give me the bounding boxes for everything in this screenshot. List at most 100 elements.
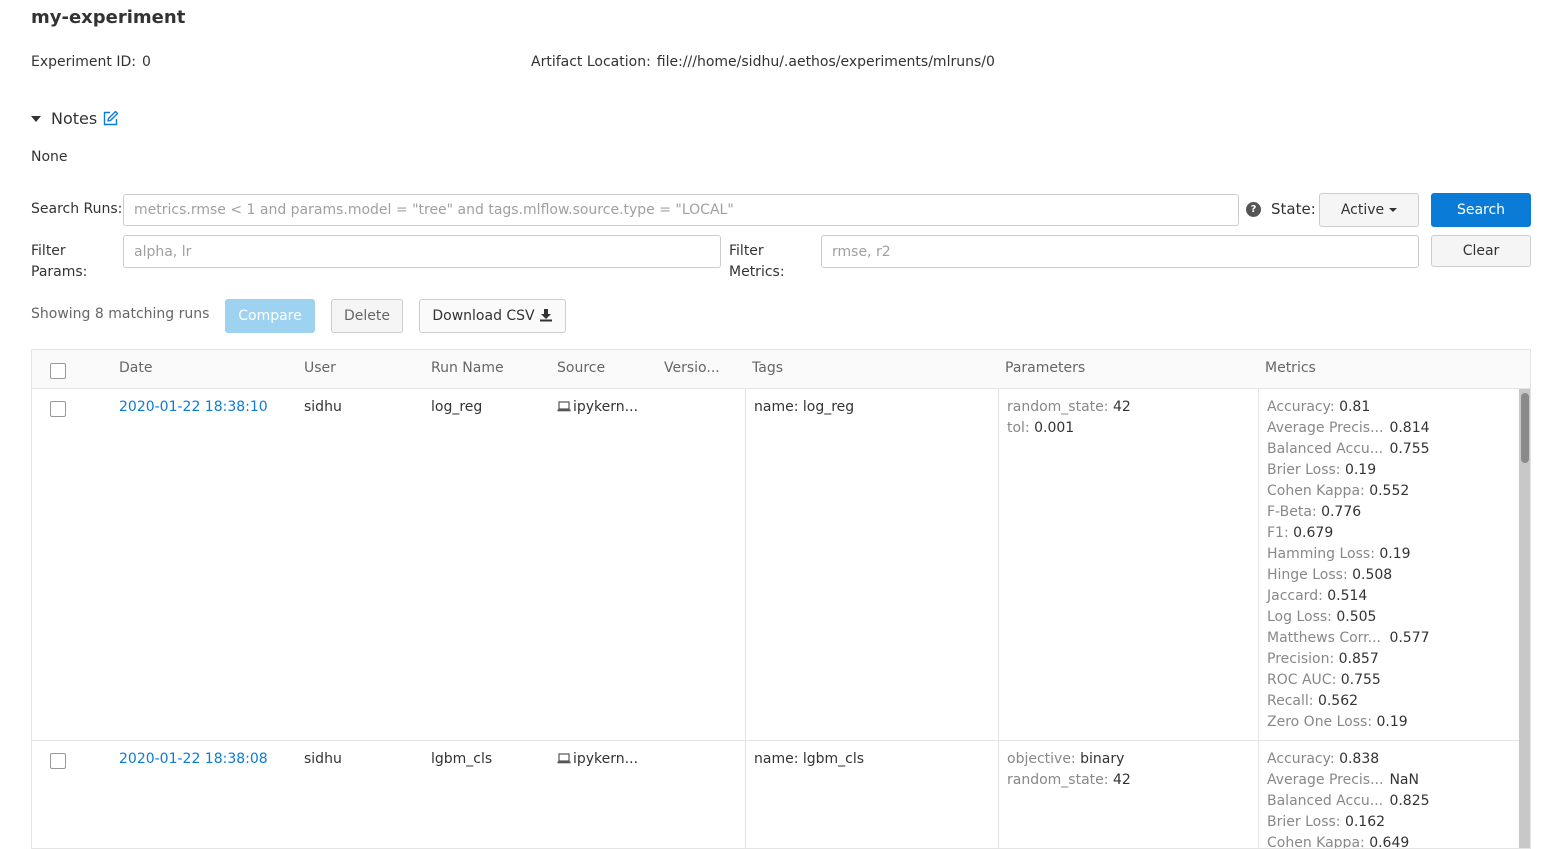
row-checkbox[interactable] bbox=[50, 401, 66, 417]
header-version[interactable]: Versio... bbox=[664, 360, 720, 376]
filter-params-input[interactable] bbox=[123, 235, 721, 268]
table-header: Date User Run Name Source Versio... Tags… bbox=[32, 350, 1530, 389]
metric-key: F1: bbox=[1267, 525, 1289, 541]
search-input[interactable] bbox=[123, 194, 1239, 226]
run-source-label: ipykern... bbox=[573, 399, 639, 415]
metric-item: F-Beta: 0.776 bbox=[1267, 502, 1430, 523]
tag-key: name: bbox=[754, 751, 799, 767]
filter-params-label-line1: Filter bbox=[31, 243, 66, 259]
column-divider bbox=[998, 389, 999, 740]
column-divider bbox=[745, 389, 746, 740]
run-source[interactable]: ipykern... bbox=[557, 749, 638, 771]
select-all-checkbox[interactable] bbox=[50, 363, 66, 379]
metric-item: Recall: 0.562 bbox=[1267, 691, 1430, 712]
metric-value: 0.19 bbox=[1344, 462, 1377, 478]
tag-key: name: bbox=[754, 399, 799, 415]
metric-value: 0.838 bbox=[1339, 751, 1380, 767]
run-metrics: Accuracy: 0.81 Average Precis... 0.814 Bal… bbox=[1267, 397, 1430, 733]
metric-value: 0.81 bbox=[1339, 399, 1371, 415]
param-value: 42 bbox=[1112, 772, 1131, 788]
column-divider bbox=[998, 741, 999, 848]
compare-button[interactable]: Compare bbox=[225, 299, 315, 333]
metric-key: Balanced Accu... bbox=[1267, 793, 1384, 809]
search-button[interactable]: Search bbox=[1431, 193, 1531, 227]
metric-value: 0.552 bbox=[1369, 483, 1410, 499]
metric-key: Precision: bbox=[1267, 651, 1335, 667]
run-name: lgbm_cls bbox=[431, 751, 493, 767]
header-run-name[interactable]: Run Name bbox=[431, 360, 504, 376]
header-tags: Tags bbox=[752, 360, 783, 376]
metric-item: Hinge Loss: 0.508 bbox=[1267, 565, 1430, 586]
notes-header[interactable]: Notes bbox=[31, 109, 119, 128]
metric-value: 0.679 bbox=[1293, 525, 1334, 541]
metric-key: ROC AUC: bbox=[1267, 672, 1337, 688]
param-key: tol: bbox=[1007, 420, 1030, 436]
metric-value: 0.825 bbox=[1389, 793, 1430, 809]
metric-item: Cohen Kappa: 0.552 bbox=[1267, 481, 1430, 502]
artifact-location: Artifact Location: file:///home/sidhu/.ae… bbox=[531, 54, 995, 70]
metric-key: Zero One Loss: bbox=[1267, 714, 1373, 730]
metric-key: Accuracy: bbox=[1267, 751, 1335, 767]
notes-body: None bbox=[31, 149, 68, 165]
metric-item: Brier Loss: 0.19 bbox=[1267, 460, 1430, 481]
metric-key: Matthews Corr... bbox=[1267, 630, 1381, 646]
filter-metrics-label: Filter Metrics: bbox=[729, 241, 785, 283]
experiment-id: Experiment ID: 0 bbox=[31, 54, 151, 70]
param-key: objective: bbox=[1007, 751, 1076, 767]
filter-metrics-input[interactable] bbox=[821, 235, 1419, 268]
header-date[interactable]: Date bbox=[119, 360, 152, 376]
metric-value: 0.776 bbox=[1321, 504, 1362, 520]
metric-value: NaN bbox=[1389, 772, 1419, 788]
metric-value: 0.19 bbox=[1376, 714, 1408, 730]
clear-button[interactable]: Clear bbox=[1431, 235, 1531, 267]
column-divider bbox=[745, 741, 746, 848]
help-icon[interactable]: ? bbox=[1246, 202, 1261, 217]
metric-item: Balanced Accu... 0.755 bbox=[1267, 439, 1430, 460]
laptop-icon bbox=[557, 750, 571, 771]
run-date-link[interactable]: 2020-01-22 18:38:08 bbox=[119, 749, 268, 770]
run-source-label: ipykern... bbox=[573, 751, 639, 767]
metric-item: Hamming Loss: 0.19 bbox=[1267, 544, 1430, 565]
metric-key: Balanced Accu... bbox=[1267, 441, 1384, 457]
metric-item: F1: 0.679 bbox=[1267, 523, 1430, 544]
table-row: 2020-01-22 18:38:10 sidhu log_reg ipyker… bbox=[32, 389, 1519, 741]
metric-value: 0.19 bbox=[1379, 546, 1411, 562]
experiment-id-value: 0 bbox=[141, 54, 151, 70]
state-dropdown[interactable]: Active bbox=[1319, 193, 1419, 227]
scrollbar-thumb[interactable] bbox=[1521, 393, 1529, 463]
metric-value: 0.505 bbox=[1336, 609, 1377, 625]
matching-runs-count: Showing 8 matching runs bbox=[31, 306, 210, 322]
param-key: random_state: bbox=[1007, 772, 1109, 788]
param-item: objective: binary bbox=[1007, 749, 1131, 770]
download-csv-button[interactable]: Download CSV bbox=[419, 299, 566, 333]
table-scrollbar[interactable] bbox=[1519, 389, 1530, 848]
metric-key: Accuracy: bbox=[1267, 399, 1335, 415]
run-date-link[interactable]: 2020-01-22 18:38:10 bbox=[119, 397, 268, 418]
header-user[interactable]: User bbox=[304, 360, 336, 376]
caret-down-icon[interactable] bbox=[31, 116, 41, 122]
param-item: random_state: 42 bbox=[1007, 397, 1131, 418]
runs-table: Date User Run Name Source Versio... Tags… bbox=[31, 349, 1531, 849]
run-params: objective: binary random_state: 42 bbox=[1007, 749, 1131, 791]
tag-value: log_reg bbox=[802, 399, 855, 415]
run-user: sidhu bbox=[304, 399, 342, 415]
metric-item: Balanced Accu... 0.825 bbox=[1267, 791, 1430, 812]
row-checkbox[interactable] bbox=[50, 753, 66, 769]
run-params: random_state: 42 tol: 0.001 bbox=[1007, 397, 1131, 439]
run-source[interactable]: ipykern... bbox=[557, 397, 638, 419]
run-user: sidhu bbox=[304, 751, 342, 767]
metric-key: Log Loss: bbox=[1267, 609, 1332, 625]
filter-metrics-label-line1: Filter bbox=[729, 243, 764, 259]
metric-key: Cohen Kappa: bbox=[1267, 835, 1365, 849]
tag-value: lgbm_cls bbox=[802, 751, 865, 767]
metric-value: 0.562 bbox=[1317, 693, 1359, 709]
metric-key: Brier Loss: bbox=[1267, 814, 1341, 830]
run-metrics: Accuracy: 0.838 Average Precis... NaN Bala… bbox=[1267, 749, 1430, 849]
header-source[interactable]: Source bbox=[557, 360, 605, 376]
edit-icon[interactable] bbox=[102, 110, 119, 127]
param-item: tol: 0.001 bbox=[1007, 418, 1131, 439]
metric-item: Average Precis... 0.814 bbox=[1267, 418, 1430, 439]
metric-item: Zero One Loss: 0.19 bbox=[1267, 712, 1430, 733]
param-value: binary bbox=[1080, 751, 1125, 767]
delete-button[interactable]: Delete bbox=[331, 299, 403, 333]
